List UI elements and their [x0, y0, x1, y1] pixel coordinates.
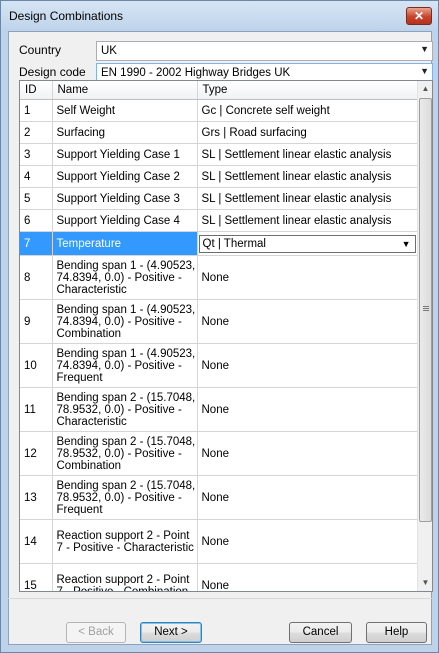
row-id-cell[interactable]: 8	[20, 255, 53, 300]
combinations-grid: ID Name Type 1 Self Weight Gc | Concrete s…	[19, 80, 433, 592]
window-title: Design Combinations	[9, 9, 124, 23]
row-id-cell[interactable]: 5	[20, 187, 53, 210]
column-header-type[interactable]: Type	[197, 81, 418, 100]
table-row[interactable]: 9 Bending span 1 - (4.90523, 74.8394, 0.0…	[20, 299, 418, 344]
row-name-cell[interactable]: Temperature	[52, 231, 198, 256]
vertical-scrollbar[interactable]: ▲ ▼	[417, 81, 432, 591]
row-name-cell[interactable]: Bending span 1 - (4.90523, 74.8394, 0.0)…	[52, 343, 198, 388]
row-id-cell[interactable]: 1	[20, 99, 53, 122]
button-separator	[8, 598, 432, 599]
table-row[interactable]: 5 Support Yielding Case 3 SL | Settlement …	[20, 187, 418, 210]
row-id-cell[interactable]: 15	[20, 563, 53, 591]
scroll-down-icon[interactable]: ▼	[418, 575, 432, 591]
row-name-cell[interactable]: Bending span 2 - (15.7048, 78.9532, 0.0)…	[52, 431, 198, 476]
row-type-cell[interactable]: Grs | Road surfacing	[197, 121, 418, 144]
cancel-button[interactable]: Cancel	[289, 622, 352, 643]
type-select-value: Qt | Thermal	[202, 237, 267, 250]
chevron-down-icon: ▼	[420, 66, 429, 76]
row-name-cell[interactable]: Support Yielding Case 3	[52, 187, 198, 210]
row-name-cell[interactable]: Support Yielding Case 4	[52, 209, 198, 232]
table-row[interactable]: 11 Bending span 2 - (15.7048, 78.9532, 0.…	[20, 387, 418, 432]
row-type-cell[interactable]: SL | Settlement linear elastic analysis	[197, 187, 418, 210]
table-row[interactable]: 1 Self Weight Gc | Concrete self weight	[20, 99, 418, 122]
row-id-cell[interactable]: 9	[20, 299, 53, 344]
row-name-cell[interactable]: Self Weight	[52, 99, 198, 122]
chevron-down-icon: ▼	[420, 44, 429, 54]
help-button[interactable]: Help	[366, 622, 427, 643]
row-id-cell[interactable]: 12	[20, 431, 53, 476]
row-name-cell[interactable]: Support Yielding Case 1	[52, 143, 198, 166]
row-type-cell[interactable]: None	[197, 519, 418, 564]
row-name-cell[interactable]: Bending span 1 - (4.90523, 74.8394, 0.0)…	[52, 255, 198, 300]
row-name-cell[interactable]: Bending span 2 - (15.7048, 78.9532, 0.0)…	[52, 387, 198, 432]
table-row[interactable]: 10 Bending span 1 - (4.90523, 74.8394, 0.…	[20, 343, 418, 388]
combinations-table: ID Name Type 1 Self Weight Gc | Concrete s…	[20, 81, 418, 591]
row-type-cell[interactable]: None	[197, 475, 418, 520]
row-type-cell[interactable]: SL | Settlement linear elastic analysis	[197, 209, 418, 232]
row-name-cell[interactable]: Surfacing	[52, 121, 198, 144]
row-id-cell[interactable]: 10	[20, 343, 53, 388]
scroll-thumb[interactable]	[419, 98, 432, 522]
table-row[interactable]: 15 Reaction support 2 - Point 7 - Positiv…	[20, 563, 418, 591]
row-id-cell[interactable]: 4	[20, 165, 53, 188]
row-type-cell[interactable]: Gc | Concrete self weight	[197, 99, 418, 122]
design-code-label: Design code	[19, 65, 86, 79]
table-row[interactable]: 14 Reaction support 2 - Point 7 - Positiv…	[20, 519, 418, 564]
scroll-up-icon[interactable]: ▲	[418, 81, 432, 97]
table-row[interactable]: 6 Support Yielding Case 4 SL | Settlement …	[20, 209, 418, 232]
row-name-cell[interactable]: Reaction support 2 - Point 7 - Positive …	[52, 519, 198, 564]
back-button[interactable]: < Back	[66, 622, 126, 643]
table-row[interactable]: 12 Bending span 2 - (15.7048, 78.9532, 0.…	[20, 431, 418, 476]
next-button[interactable]: Next >	[140, 622, 202, 643]
row-type-cell[interactable]: Qt | Thermal ▼	[197, 231, 418, 256]
row-type-cell[interactable]: None	[197, 343, 418, 388]
country-select[interactable]: UK ▼	[96, 41, 433, 61]
title-bar[interactable]: Design Combinations ✕	[1, 1, 438, 31]
row-name-cell[interactable]: Reaction support 2 - Point 7 - Positive …	[52, 563, 198, 591]
table-row[interactable]: 2 Surfacing Grs | Road surfacing	[20, 121, 418, 144]
row-id-cell[interactable]: 14	[20, 519, 53, 564]
chevron-down-icon[interactable]: ▼	[402, 238, 411, 250]
row-type-cell[interactable]: None	[197, 387, 418, 432]
column-header-name[interactable]: Name	[52, 81, 198, 100]
row-id-cell[interactable]: 6	[20, 209, 53, 232]
design-combinations-dialog: Design Combinations ✕ Country UK ▼ Desig…	[0, 0, 439, 653]
row-type-cell[interactable]: SL | Settlement linear elastic analysis	[197, 143, 418, 166]
close-button[interactable]: ✕	[406, 7, 432, 25]
column-header-id[interactable]: ID	[20, 81, 53, 100]
row-id-cell[interactable]: 13	[20, 475, 53, 520]
row-name-cell[interactable]: Bending span 1 - (4.90523, 74.8394, 0.0)…	[52, 299, 198, 344]
table-row[interactable]: 4 Support Yielding Case 2 SL | Settlement …	[20, 165, 418, 188]
row-type-cell[interactable]: None	[197, 563, 418, 591]
row-type-cell[interactable]: None	[197, 431, 418, 476]
country-value: UK	[101, 45, 117, 57]
design-code-value: EN 1990 - 2002 Highway Bridges UK	[101, 67, 291, 79]
table-row[interactable]: 8 Bending span 1 - (4.90523, 74.8394, 0.0…	[20, 255, 418, 300]
row-type-cell[interactable]: None	[197, 299, 418, 344]
country-label: Country	[19, 43, 62, 57]
row-id-cell[interactable]: 11	[20, 387, 53, 432]
row-name-cell[interactable]: Support Yielding Case 2	[52, 165, 198, 188]
row-id-cell[interactable]: 3	[20, 143, 53, 166]
table-row[interactable]: 3 Support Yielding Case 1 SL | Settlement …	[20, 143, 418, 166]
row-type-cell[interactable]: SL | Settlement linear elastic analysis	[197, 165, 418, 188]
grid-header-row: ID Name Type	[20, 81, 418, 100]
row-name-cell[interactable]: Bending span 2 - (15.7048, 78.9532, 0.0)…	[52, 475, 198, 520]
row-id-cell[interactable]: 7	[20, 231, 53, 256]
row-type-cell[interactable]: None	[197, 255, 418, 300]
table-row[interactable]: 7 Temperature Qt | Thermal ▼	[20, 231, 418, 256]
type-select[interactable]: Qt | Thermal ▼	[198, 234, 416, 253]
row-id-cell[interactable]: 2	[20, 121, 53, 144]
table-row[interactable]: 13 Bending span 2 - (15.7048, 78.9532, 0.…	[20, 475, 418, 520]
